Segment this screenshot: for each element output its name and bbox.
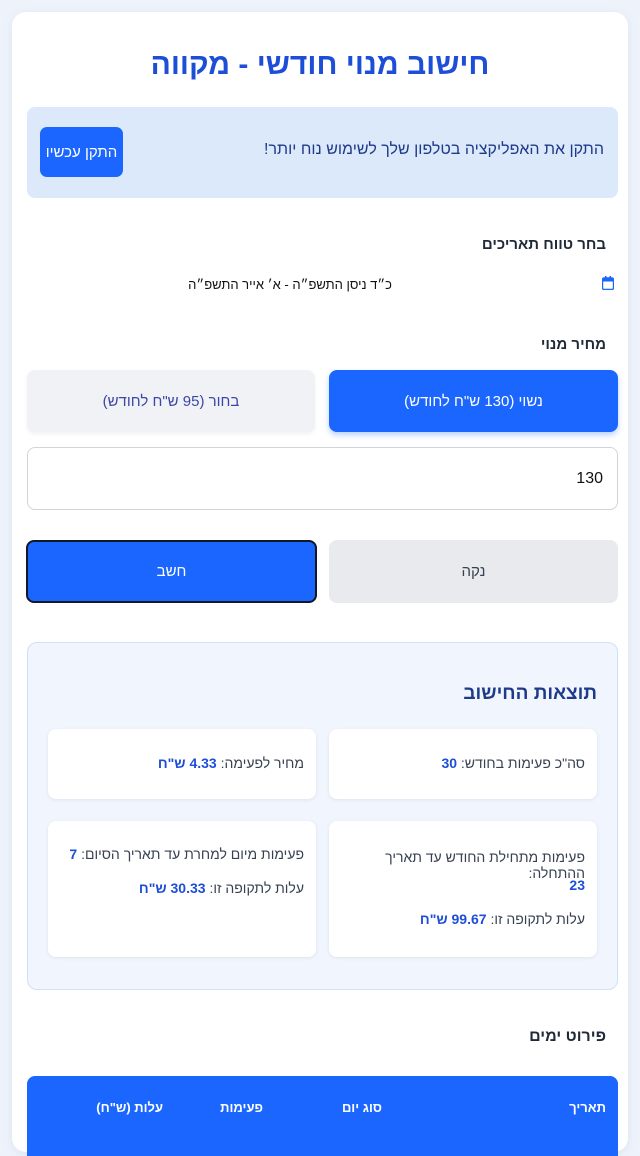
- end-period-card: פעימות מיום למחרת עד תאריך הסיום: 7 עלות…: [48, 821, 316, 957]
- date-range-value: כ״ד ניסן התשפ״ה - א׳ אייר התשפ״ה: [188, 277, 392, 292]
- total-pulses-card: סה"כ פעימות בחודש: 30: [329, 729, 597, 799]
- calendar-icon: [602, 276, 614, 290]
- start-period-card: פעימות מתחילת החודש עד תאריך ההתחלה: 23 …: [329, 821, 597, 957]
- column-day-type: סוג יום: [341, 1100, 382, 1115]
- end-cost-value: 30.33 ש"ח: [138, 880, 206, 896]
- date-range-picker[interactable]: כ״ד ניסן התשפ״ה - א׳ אייר התשפ״ה: [24, 274, 614, 296]
- start-cost-label: עלות לתקופה זו:: [490, 911, 585, 927]
- price-option-single[interactable]: בחור (95 ש"ח לחודש): [27, 370, 315, 432]
- column-cost: עלות (ש"ח): [96, 1100, 163, 1115]
- install-banner: התקן את האפליקציה בטלפון שלך לשימוש נוח …: [27, 107, 618, 198]
- start-pulses-value: 23: [569, 877, 585, 893]
- price-per-pulse-label: מחיר לפעימה:: [220, 755, 304, 771]
- clear-button[interactable]: נקה: [329, 540, 618, 603]
- date-range-label: בחר טווח תאריכים: [481, 236, 606, 253]
- end-pulses-value: 7: [69, 846, 78, 862]
- total-pulses-label: סה"כ פעימות בחודש:: [460, 755, 585, 771]
- column-date: תאריך: [569, 1100, 606, 1115]
- price-input[interactable]: [27, 447, 618, 510]
- column-pulses: פעימות: [220, 1100, 263, 1115]
- price-option-married[interactable]: נשוי (130 ש"ח לחודש): [329, 370, 618, 432]
- results-title: תוצאות החישוב: [463, 683, 597, 704]
- main-card: חישוב מנוי חודשי - מקווה התקן את האפליקצ…: [12, 12, 628, 1156]
- end-pulses-label: פעימות מיום למחרת עד תאריך הסיום:: [81, 846, 304, 862]
- install-text: התקן את האפליקציה בטלפון שלך לשימוש נוח …: [264, 141, 604, 158]
- start-pulses-label: פעימות מתחילת החודש עד תאריך ההתחלה:: [385, 849, 585, 881]
- price-per-pulse-card: מחיר לפעימה: 4.33 ש"ח: [48, 729, 316, 799]
- breakdown-table-header: תאריך סוג יום פעימות עלות (ש"ח): [27, 1076, 618, 1156]
- total-pulses-value: 30: [441, 755, 458, 771]
- results-panel: תוצאות החישוב סה"כ פעימות בחודש: 30 מחיר…: [27, 642, 618, 990]
- calculate-button[interactable]: חשב: [26, 540, 317, 603]
- price-label: מחיר מנוי: [540, 336, 606, 353]
- page-title: חישוב מנוי חודשי - מקווה: [150, 48, 490, 81]
- start-cost-value: 99.67 ש"ח: [419, 911, 487, 927]
- install-now-button[interactable]: התקן עכשיו: [40, 127, 123, 177]
- price-per-pulse-value: 4.33 ש"ח: [157, 755, 217, 771]
- end-cost-label: עלות לתקופה זו:: [209, 880, 304, 896]
- breakdown-title: פירוט ימים: [529, 1028, 606, 1045]
